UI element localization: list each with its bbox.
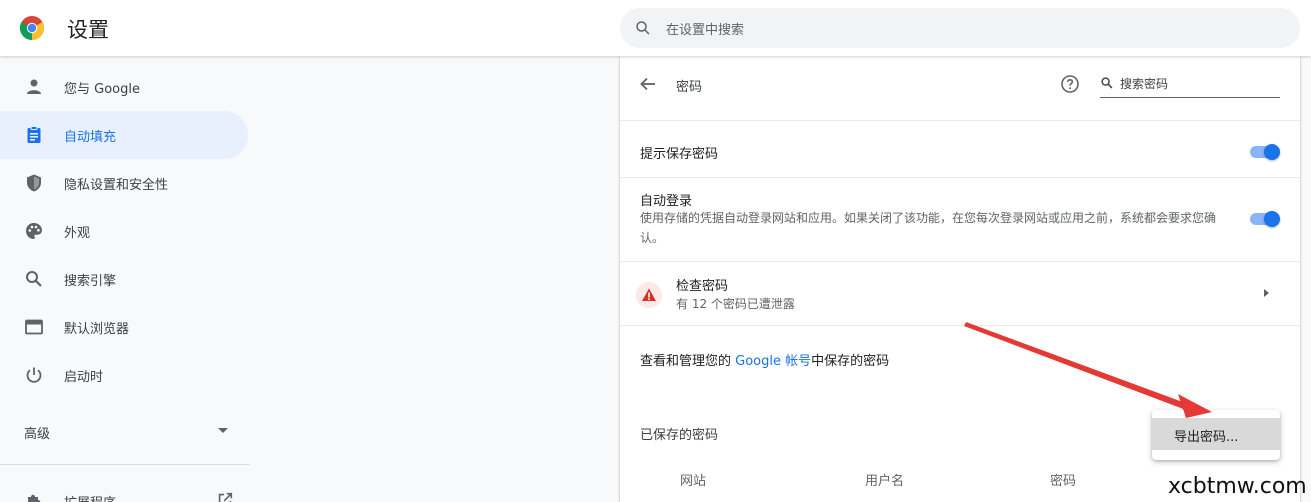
sidebar-item-default-browser[interactable]: 默认浏览器: [0, 303, 248, 351]
puzzle-piece-icon: [28, 494, 41, 502]
person-icon: [27, 79, 41, 94]
export-passwords-menu-item[interactable]: 导出密码...: [1152, 418, 1280, 450]
warning-icon: [642, 288, 656, 301]
column-header-username: 用户名: [865, 474, 905, 489]
warning-badge: [636, 282, 662, 308]
manage-in-account-text: 查看和管理您的 Google 帐号中保存的密码: [640, 350, 889, 369]
sidebar-item-label: 默认浏览器: [64, 322, 130, 337]
advanced-section-toggle[interactable]: 高级: [24, 423, 50, 442]
search-icon: [1101, 77, 1113, 89]
search-placeholder: 在设置中搜索: [666, 23, 745, 38]
offer-to-save-label: 提示保存密码: [640, 147, 719, 162]
page-title: 设置: [67, 18, 109, 42]
search-icon: [26, 271, 42, 287]
sidebar-item-you-and-google[interactable]: 您与 Google: [0, 63, 248, 111]
sidebar-item-appearance[interactable]: 外观: [0, 207, 248, 255]
password-search-placeholder: 搜索密码: [1120, 77, 1169, 91]
chevron-right-icon[interactable]: [1264, 289, 1269, 297]
divider: [620, 120, 1300, 121]
offer-to-save-toggle[interactable]: [1248, 142, 1282, 162]
divider: [620, 325, 1300, 326]
browser-window-icon: [25, 319, 43, 335]
divider: [620, 261, 1300, 262]
sidebar-item-autofill[interactable]: 自动填充: [0, 111, 248, 159]
saved-passwords-menu: 导出密码...: [1152, 410, 1280, 460]
palette-icon: [26, 223, 42, 239]
auto-signin-toggle[interactable]: [1248, 209, 1282, 229]
watermark-text: xcbtmw.com: [1168, 474, 1307, 499]
sidebar-item-label: 扩展程序: [64, 492, 116, 502]
subpage-title: 密码: [676, 80, 703, 95]
chrome-logo-icon: [20, 16, 44, 40]
search-icon: [636, 21, 650, 35]
open-in-new-icon: [218, 492, 233, 502]
check-passwords-title[interactable]: 检查密码: [676, 275, 728, 294]
compromised-count-text: 有 12 个密码已遭泄露: [676, 297, 795, 311]
shield-icon: [27, 174, 41, 192]
help-icon[interactable]: [1060, 74, 1080, 94]
sidebar-item-label: 隐私设置和安全性: [64, 178, 169, 193]
toggle-knob: [1264, 211, 1280, 227]
autofill-clipboard-icon: [27, 126, 41, 143]
column-header-website: 网站: [680, 474, 707, 489]
password-search-input[interactable]: 搜索密码: [1100, 72, 1280, 98]
back-arrow-icon[interactable]: [638, 74, 658, 94]
sidebar: 您与 Google 自动填充 隐私设置和安全性 外观 搜索引擎 默认浏览器 启动…: [0, 56, 250, 502]
column-header-password: 密码: [1050, 474, 1077, 489]
divider: [620, 177, 1300, 178]
power-icon: [26, 367, 42, 383]
sidebar-item-label: 启动时: [64, 370, 104, 385]
sidebar-item-on-startup[interactable]: 启动时: [0, 351, 248, 399]
google-account-link[interactable]: Google 帐号: [735, 354, 811, 369]
caret-down-icon[interactable]: [218, 428, 228, 433]
saved-passwords-heading: 已保存的密码: [640, 428, 719, 443]
settings-search-input[interactable]: 在设置中搜索: [620, 8, 1300, 48]
sidebar-item-label: 您与 Google: [64, 82, 140, 97]
sidebar-item-label: 外观: [64, 226, 91, 241]
sidebar-item-privacy[interactable]: 隐私设置和安全性: [0, 159, 248, 207]
top-bar: 设置 在设置中搜索: [0, 0, 1311, 56]
sidebar-item-extensions[interactable]: 扩展程序: [0, 477, 248, 502]
sidebar-item-search-engine[interactable]: 搜索引擎: [0, 255, 248, 303]
sidebar-item-label: 自动填充: [64, 130, 117, 145]
export-passwords-label: 导出密码...: [1174, 430, 1239, 445]
sidebar-item-label: 搜索引擎: [64, 274, 117, 289]
auto-signin-description: 使用存储的凭据自动登录网站和应用。如果关闭了该功能，在您每次登录网站或应用之前，…: [640, 211, 1217, 245]
auto-signin-label: 自动登录: [640, 194, 693, 209]
manage-prefix: 查看和管理您的: [640, 354, 736, 369]
toggle-knob: [1264, 144, 1280, 160]
manage-suffix: 中保存的密码: [811, 354, 890, 369]
sidebar-divider: [0, 464, 250, 465]
